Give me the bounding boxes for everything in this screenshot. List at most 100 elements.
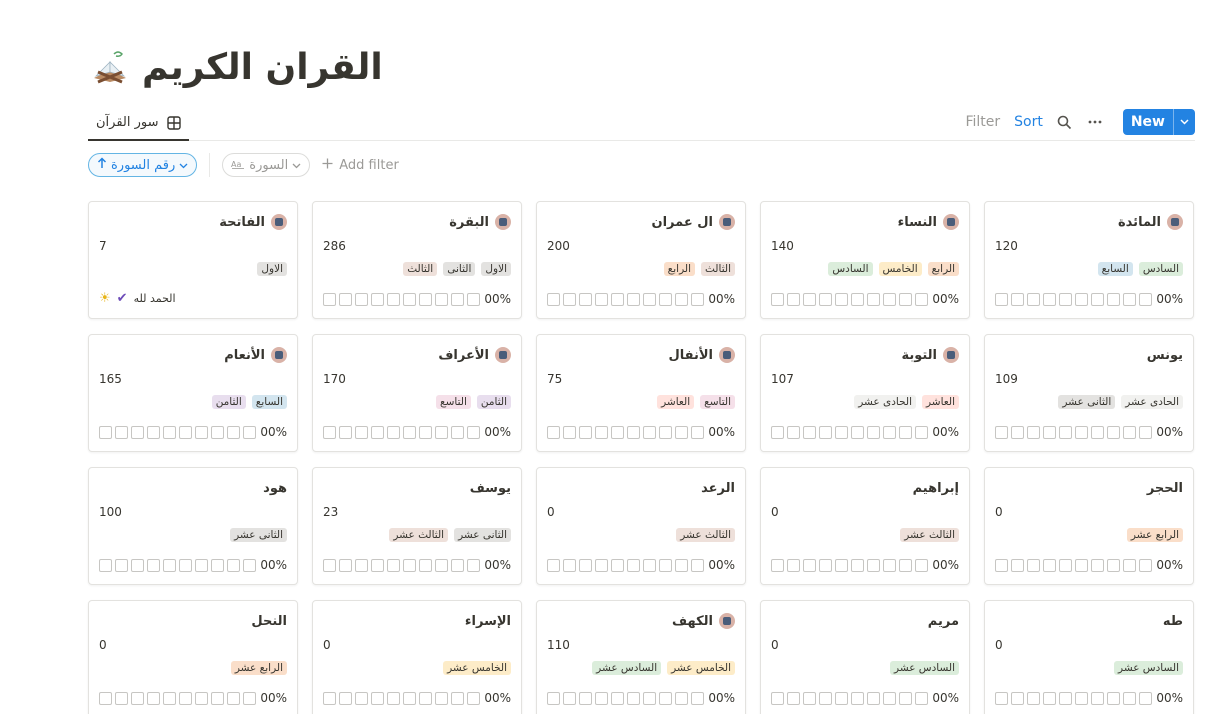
progress-boxes: [771, 691, 928, 705]
card-header: هود: [99, 478, 287, 498]
card-progress: 00%: [771, 690, 959, 706]
gallery-card[interactable]: الأعراف 170 الثامن التاسع 00%: [312, 334, 522, 452]
progress-box: [467, 292, 480, 306]
card-ayah-count: 0: [99, 638, 107, 652]
progress-box: [1011, 292, 1024, 306]
chevron-down-icon[interactable]: [1173, 109, 1195, 135]
progress-box: [243, 425, 256, 439]
gallery-card[interactable]: ال عمران 200 الثالث الرابع 00%: [536, 201, 746, 319]
page-avatar-icon: [271, 347, 287, 363]
view-toolbar: Filter Sort New: [965, 108, 1195, 136]
progress-box: [659, 691, 672, 705]
progress-box: [595, 425, 608, 439]
quran-book-icon[interactable]: [90, 48, 130, 88]
progress-box: [435, 292, 448, 306]
progress-box: [611, 558, 624, 572]
progress-box: [227, 425, 240, 439]
progress-box: [147, 691, 160, 705]
gallery-card[interactable]: الفاتحة 7 الاول ☀ ✔ الحمد لله: [88, 201, 298, 319]
progress-box: [1075, 691, 1088, 705]
progress-percent: 00%: [260, 558, 287, 572]
progress-boxes: [547, 292, 704, 306]
progress-box: [1139, 558, 1152, 572]
progress-percent: 00%: [932, 425, 959, 439]
gallery-card[interactable]: الكهف 110 الخامس عشر السادس عشر 00%: [536, 600, 746, 714]
card-title: إبراهيم: [912, 480, 959, 496]
progress-box: [115, 558, 128, 572]
gallery-card[interactable]: يونس 109 الحادى عشر الثانى عشر 00%: [984, 334, 1194, 452]
gallery-grid: الفاتحة 7 الاول ☀ ✔ الحمد لله البقرة 286 الاول ال…: [88, 201, 1195, 714]
card-title: الأنعام: [224, 347, 265, 363]
progress-box: [1107, 292, 1120, 306]
progress-boxes: [547, 558, 704, 572]
card-title: النحل: [251, 613, 287, 629]
gallery-card[interactable]: مريم 0 السادس عشر 00%: [760, 600, 970, 714]
card-header: النحل: [99, 611, 287, 631]
card-ayah-count: 0: [995, 638, 1003, 652]
progress-box: [627, 691, 640, 705]
add-filter-button[interactable]: Add filter: [322, 158, 399, 173]
sun-icon: ☀: [99, 291, 111, 306]
progress-box: [1107, 691, 1120, 705]
progress-box: [691, 425, 704, 439]
progress-box: [115, 425, 128, 439]
gallery-card[interactable]: الأنفال 75 التاسع العاشر 00%: [536, 334, 746, 452]
juz-tag: السادس: [1138, 262, 1183, 276]
progress-box: [899, 558, 912, 572]
gallery-card[interactable]: البقرة 286 الاول الثانى الثالث 00%: [312, 201, 522, 319]
gallery-card[interactable]: النحل 0 الرابع عشر 00%: [88, 600, 298, 714]
gallery-card[interactable]: النساء 140 الرابع الخامس السادس 00%: [760, 201, 970, 319]
progress-box: [883, 558, 896, 572]
progress-percent: 00%: [1156, 292, 1183, 306]
gallery-card[interactable]: يوسف 23 الثانى عشر الثالث عشر 00%: [312, 467, 522, 585]
progress-box: [659, 425, 672, 439]
progress-percent: 00%: [260, 691, 287, 705]
progress-percent: 00%: [932, 558, 959, 572]
card-header: الفاتحة: [99, 212, 287, 232]
add-filter-label: Add filter: [339, 157, 399, 173]
juz-tag: الثالث: [403, 262, 438, 276]
progress-box: [867, 292, 880, 306]
gallery-card[interactable]: الإسراء 0 الخامس عشر 00%: [312, 600, 522, 714]
progress-box: [579, 691, 592, 705]
progress-box: [467, 691, 480, 705]
sort-button[interactable]: Sort: [1014, 114, 1043, 130]
gallery-card[interactable]: الحجر 0 الرابع عشر 00%: [984, 467, 1194, 585]
card-ayah-count: 23: [323, 505, 339, 519]
progress-percent: 00%: [484, 425, 511, 439]
progress-box: [387, 425, 400, 439]
tab-gallery-view[interactable]: سور القرآن: [88, 106, 189, 141]
progress-box: [195, 691, 208, 705]
progress-box: [883, 691, 896, 705]
new-button[interactable]: New: [1122, 109, 1195, 135]
progress-box: [371, 691, 384, 705]
progress-box: [1139, 425, 1152, 439]
progress-percent: 00%: [932, 691, 959, 705]
card-tags: العاشر الحادى عشر: [771, 395, 959, 411]
more-options-icon[interactable]: [1087, 114, 1103, 130]
gallery-card[interactable]: طه 0 السادس عشر 00%: [984, 600, 1194, 714]
gallery-card[interactable]: المائدة 120 السادس السابع 00%: [984, 201, 1194, 319]
progress-boxes: [547, 691, 704, 705]
progress-box: [1123, 558, 1136, 572]
gallery-card[interactable]: الأنعام 165 السابع الثامن 00%: [88, 334, 298, 452]
juz-tag: التاسع: [436, 395, 471, 409]
sort-pill[interactable]: رقم السورة: [88, 153, 198, 177]
card-ayah-count: 110: [547, 638, 570, 652]
progress-box: [867, 558, 880, 572]
progress-boxes: [771, 425, 928, 439]
gallery-card[interactable]: إبراهيم 0 الثالث عشر 00%: [760, 467, 970, 585]
juz-tag: الثانى عشر: [454, 528, 511, 542]
gallery-card[interactable]: هود 100 الثانى عشر 00%: [88, 467, 298, 585]
progress-box: [787, 292, 800, 306]
card-title: الرعد: [701, 480, 735, 496]
gallery-card[interactable]: الرعد 0 الثالث عشر 00%: [536, 467, 746, 585]
gallery-card[interactable]: التوبة 107 العاشر الحادى عشر 00%: [760, 334, 970, 452]
search-icon[interactable]: [1057, 114, 1073, 130]
card-title: البقرة: [449, 214, 489, 230]
progress-box: [771, 292, 784, 306]
progress-box: [867, 425, 880, 439]
property-pill[interactable]: Aa السورة: [222, 153, 311, 177]
filter-button[interactable]: Filter: [965, 114, 1000, 130]
progress-box: [675, 425, 688, 439]
